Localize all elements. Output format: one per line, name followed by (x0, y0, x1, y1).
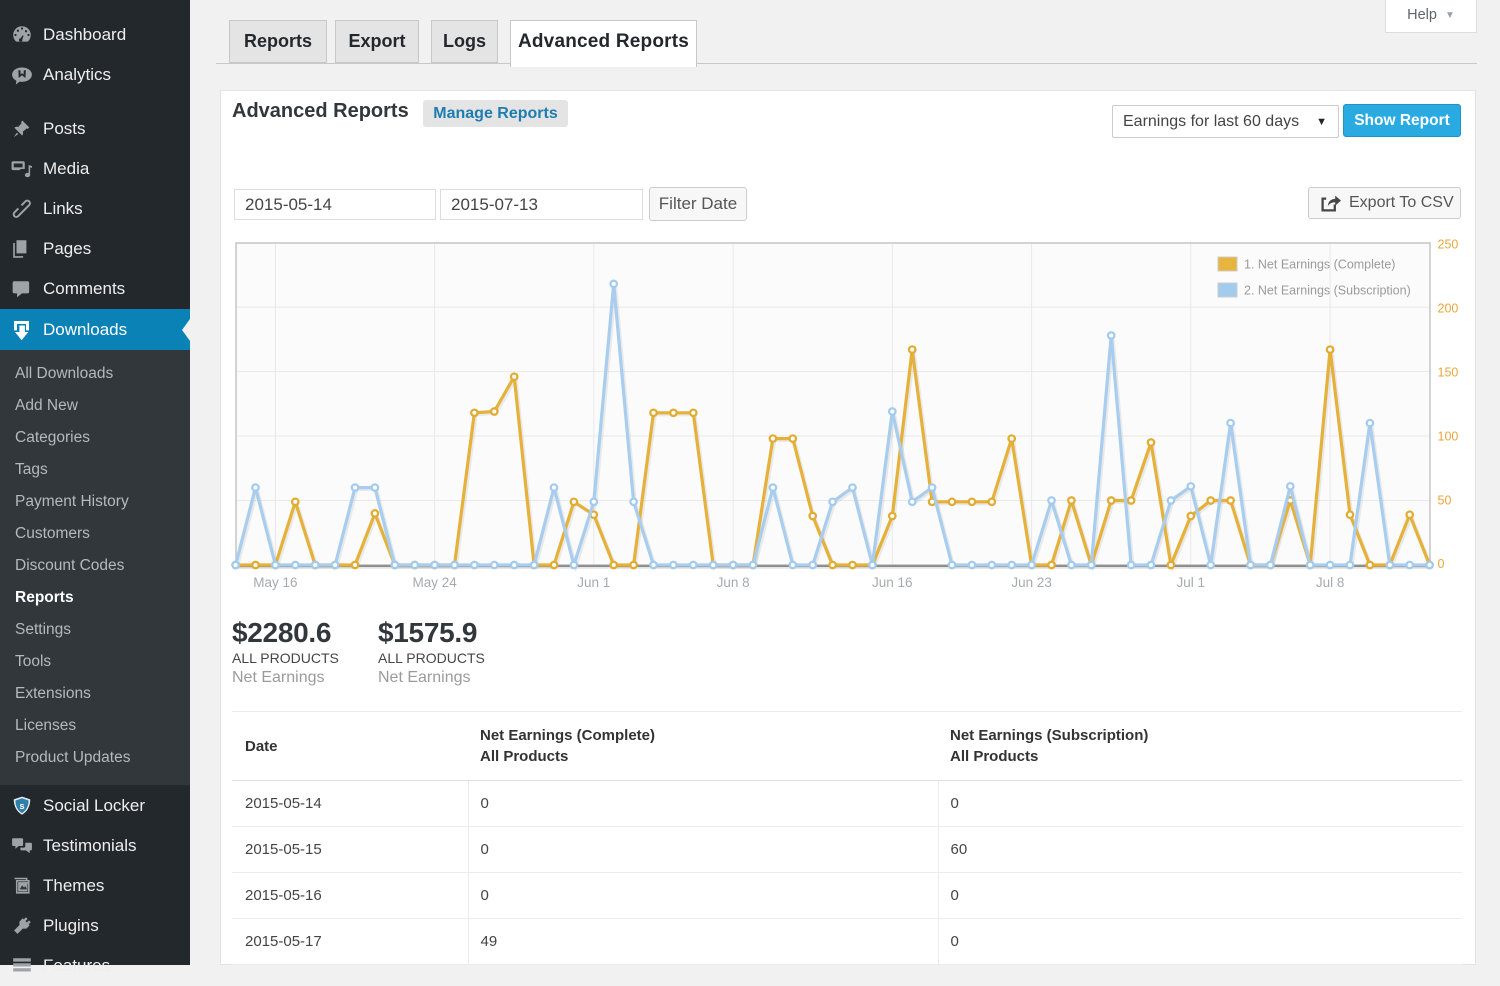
svg-text:Jun 16: Jun 16 (872, 575, 913, 590)
svg-text:2. Net Earnings (Subscription): 2. Net Earnings (Subscription) (1244, 284, 1411, 298)
svg-text:50: 50 (1438, 493, 1452, 507)
svg-text:May 16: May 16 (253, 575, 297, 590)
svg-text:0: 0 (1438, 557, 1445, 571)
svg-text:1. Net Earnings (Complete): 1. Net Earnings (Complete) (1244, 258, 1395, 272)
svg-text:Jun 23: Jun 23 (1011, 575, 1052, 590)
svg-text:150: 150 (1438, 365, 1459, 379)
svg-text:250: 250 (1438, 237, 1459, 251)
svg-text:Jul 1: Jul 1 (1177, 575, 1206, 590)
svg-text:Jun 8: Jun 8 (717, 575, 750, 590)
svg-text:Jul 8: Jul 8 (1316, 575, 1345, 590)
svg-text:May 24: May 24 (412, 575, 457, 590)
svg-text:Jun 1: Jun 1 (577, 575, 610, 590)
svg-text:100: 100 (1438, 429, 1459, 443)
svg-text:200: 200 (1438, 301, 1459, 315)
svg-text:s: s (19, 801, 24, 811)
